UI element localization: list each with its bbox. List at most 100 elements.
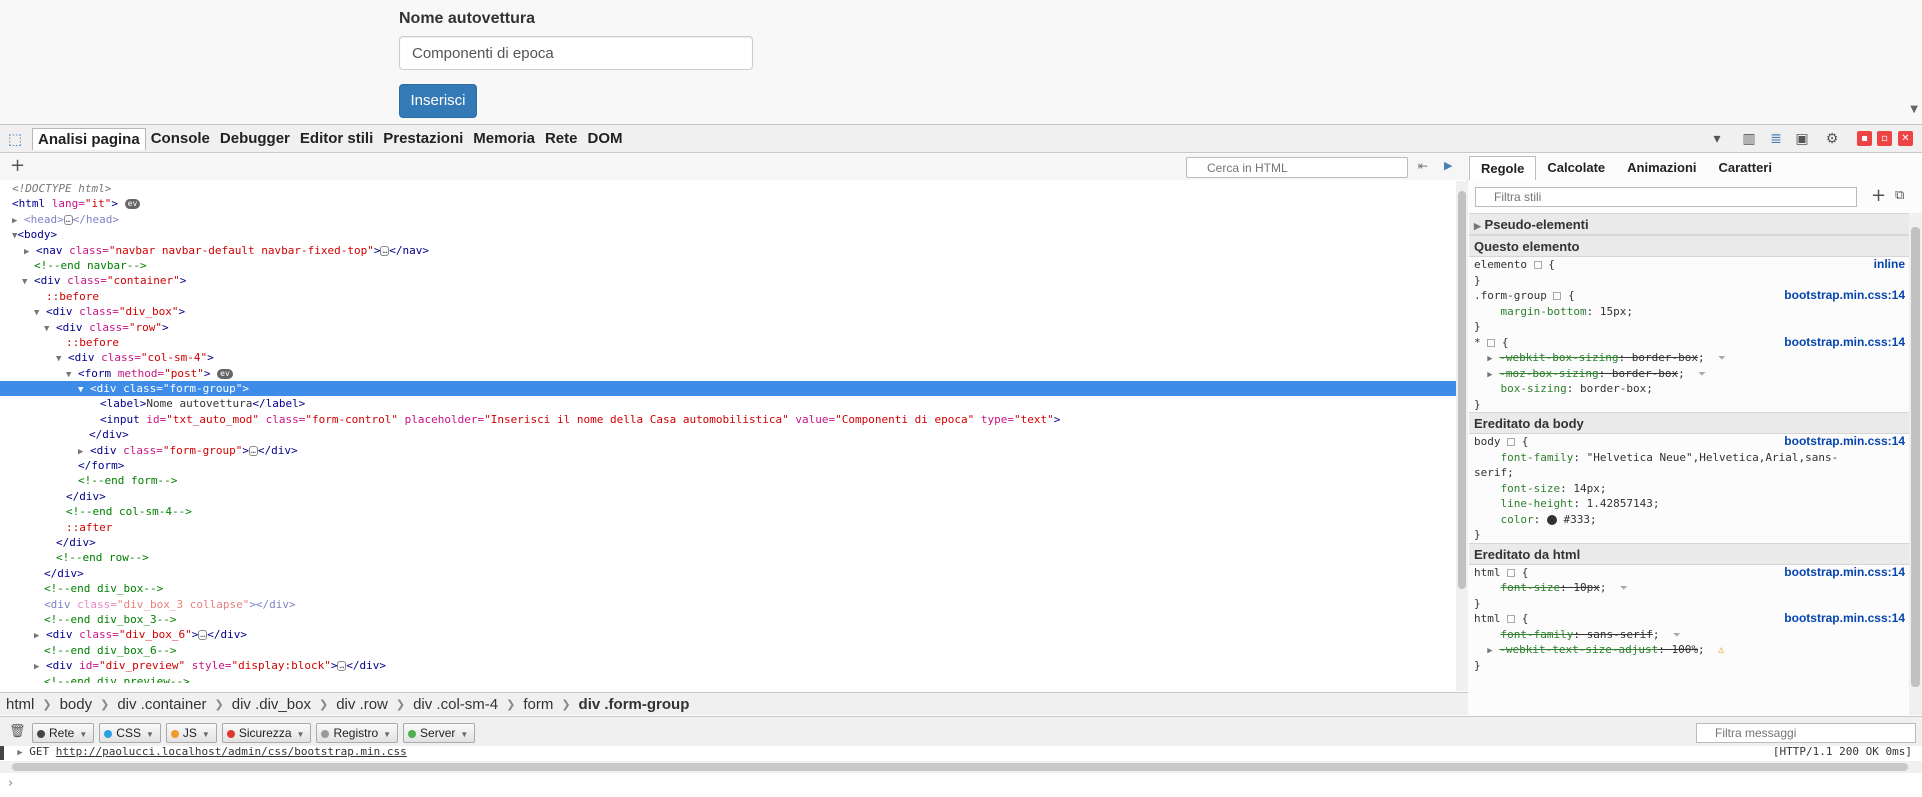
node-body[interactable]: ▼<body>: [0, 227, 1456, 242]
tab-debugger[interactable]: Debugger: [215, 128, 295, 150]
node-close-div[interactable]: </div>: [0, 427, 1456, 442]
filter-server-button[interactable]: Server ▼: [403, 723, 476, 743]
rule-form-group[interactable]: .form-group {bootstrap.min.css:14: [1469, 288, 1909, 304]
decl-webkit-text-size-adjust[interactable]: ▶ -webkit-text-size-adjust: 100%; ⚠: [1469, 642, 1909, 658]
filter-icon[interactable]: ⏷: [1698, 369, 1706, 380]
node-pseudo-before[interactable]: ::before: [0, 335, 1456, 350]
node-label[interactable]: <label>Nome autovettura</label>: [0, 396, 1456, 411]
split-console-icon[interactable]: ≣: [1766, 130, 1786, 148]
node-div-row[interactable]: ▼ <div class="row">: [0, 320, 1456, 335]
node-comment[interactable]: <!--end navbar-->: [0, 258, 1456, 273]
rules-scrollbar[interactable]: [1909, 213, 1922, 715]
decl-line-height[interactable]: line-height: 1.42857143;: [1469, 496, 1909, 512]
crumb-html[interactable]: html: [6, 696, 34, 713]
settings-gear-icon[interactable]: ⚙: [1822, 130, 1842, 148]
markup-scrollbar[interactable]: [1456, 181, 1468, 691]
node-input[interactable]: <input id="txt_auto_mod" class="form-con…: [0, 412, 1456, 427]
log-url-link[interactable]: http://paolucci.localhost/admin/css/boot…: [56, 746, 407, 758]
crumb-div-box[interactable]: div .div_box: [232, 696, 311, 713]
decl-color[interactable]: color: #333;: [1469, 512, 1909, 528]
node-div-preview[interactable]: ▶ <div id="div_preview" style="display:b…: [0, 658, 1456, 673]
pick-prev-icon[interactable]: ⇤: [1418, 159, 1428, 173]
node-head[interactable]: ▶ <head>… </head>: [0, 212, 1456, 227]
node-close-div[interactable]: </div>: [0, 535, 1456, 550]
car-name-input[interactable]: [399, 36, 753, 70]
node-comment[interactable]: <!--end form-->: [0, 473, 1456, 488]
decl-moz-box-sizing[interactable]: ▶ -moz-box-sizing: border-box; ⏷: [1469, 366, 1909, 382]
scroll-down-arrow-icon[interactable]: ▼: [1910, 104, 1918, 115]
decl-html-font-family[interactable]: font-family: sans-serif; ⏷: [1469, 627, 1909, 643]
node-comment[interactable]: <!--end div_box_3-->: [0, 612, 1456, 627]
rules-scroll-thumb[interactable]: [1911, 227, 1920, 687]
add-rule-icon[interactable]: +: [1871, 185, 1886, 206]
node-close-form[interactable]: </form>: [0, 458, 1456, 473]
node-div-box[interactable]: ▼ <div class="div_box">: [0, 304, 1456, 319]
filter-log-button[interactable]: Registro ▼: [316, 723, 399, 743]
tab-inspector[interactable]: Analisi pagina: [32, 128, 146, 150]
overflow-chevron-icon[interactable]: ▾: [1711, 130, 1723, 148]
submit-button[interactable]: Inserisci: [399, 84, 477, 118]
decl-font-size[interactable]: font-size: 14px;: [1469, 481, 1909, 497]
decl-html-font-size[interactable]: font-size: 10px; ⏷: [1469, 580, 1909, 596]
filter-messages-input[interactable]: [1696, 723, 1916, 743]
warning-icon[interactable]: ⚠: [1718, 643, 1725, 656]
html-search-input[interactable]: [1186, 157, 1408, 178]
pseudo-class-toggle-icon[interactable]: ⧉: [1895, 188, 1904, 203]
console-log-entry[interactable]: ▶ GET http://paolucci.localhost/admin/cs…: [0, 746, 1922, 760]
node-pseudo-before[interactable]: ::before: [0, 289, 1456, 304]
dock-options-icon[interactable]: ▥: [1738, 130, 1760, 148]
node-comment[interactable]: <!--end col-sm-4-->: [0, 504, 1456, 519]
rule-source-link[interactable]: inline: [1874, 257, 1905, 273]
crumb-form-group[interactable]: div .form-group: [579, 696, 690, 713]
crumb-col[interactable]: div .col-sm-4: [413, 696, 498, 713]
node-pseudo-after[interactable]: ::after: [0, 520, 1456, 535]
crumb-form[interactable]: form: [523, 696, 553, 713]
minimize-icon[interactable]: ▪: [1857, 131, 1872, 146]
filter-icon[interactable]: ⏷: [1673, 630, 1681, 641]
node-close-div[interactable]: </div>: [0, 489, 1456, 504]
crumb-container[interactable]: div .container: [117, 696, 206, 713]
tab-computed[interactable]: Calcolate: [1536, 156, 1616, 180]
filter-styles-input[interactable]: [1475, 187, 1857, 207]
node-doctype[interactable]: <!DOCTYPE html>: [0, 181, 1456, 196]
decl-box-sizing[interactable]: box-sizing: border-box;: [1469, 381, 1909, 397]
node-close-div[interactable]: </div>: [0, 566, 1456, 581]
node-div-box-6[interactable]: ▶ <div class="div_box_6">… </div>: [0, 627, 1456, 642]
node-comment[interactable]: <!--end div_box-->: [0, 581, 1456, 596]
tab-fonts[interactable]: Caratteri: [1708, 156, 1783, 180]
crumb-row[interactable]: div .row: [336, 696, 388, 713]
color-swatch[interactable]: [1546, 514, 1557, 525]
rule-body[interactable]: body {bootstrap.min.css:14: [1469, 434, 1909, 450]
trash-icon[interactable]: 🗑: [9, 724, 26, 739]
node-div-box-3[interactable]: <div class="div_box_3 collapse"></div>: [0, 597, 1456, 612]
node-comment[interactable]: <!--end row-->: [0, 550, 1456, 565]
add-node-icon[interactable]: +: [10, 156, 25, 176]
markup-scroll-thumb[interactable]: [1458, 191, 1466, 589]
decl-font-family[interactable]: font-family: "Helvetica Neue",Helvetica,…: [1469, 450, 1909, 466]
tab-memory[interactable]: Memoria: [468, 128, 540, 150]
decl-margin-bottom[interactable]: margin-bottom: 15px;: [1469, 304, 1909, 320]
rule-source-link[interactable]: bootstrap.min.css:14: [1784, 288, 1905, 304]
tab-performance[interactable]: Prestazioni: [378, 128, 468, 150]
rule-html[interactable]: html {bootstrap.min.css:14: [1469, 611, 1909, 627]
markup-tree[interactable]: <!DOCTYPE html> <html lang="it"> ev ▶ <h…: [0, 181, 1456, 683]
tab-dom[interactable]: DOM: [582, 128, 627, 150]
tab-style-editor[interactable]: Editor stili: [295, 128, 378, 150]
rule-source-link[interactable]: bootstrap.min.css:14: [1784, 434, 1905, 450]
node-html[interactable]: <html lang="it"> ev: [0, 196, 1456, 211]
rule-element[interactable]: elemento {inline: [1469, 257, 1909, 273]
tab-console[interactable]: Console: [146, 128, 215, 150]
node-div-form-group[interactable]: ▶ <div class="form-group">… </div>: [0, 443, 1456, 458]
tab-network[interactable]: Rete: [540, 128, 583, 150]
rule-source-link[interactable]: bootstrap.min.css:14: [1784, 335, 1905, 351]
rule-source-link[interactable]: bootstrap.min.css:14: [1784, 611, 1905, 627]
section-pseudo-elements[interactable]: ▶ Pseudo-elementi: [1469, 213, 1909, 235]
node-comment[interactable]: <!--end div_box_6-->: [0, 643, 1456, 658]
console-horizontal-scrollbar[interactable]: [0, 761, 1922, 773]
next-panel-icon[interactable]: ▶: [1444, 159, 1452, 172]
rule-html[interactable]: html {bootstrap.min.css:14: [1469, 565, 1909, 581]
maximize-icon[interactable]: ▫: [1877, 131, 1892, 146]
filter-icon[interactable]: ⏷: [1620, 583, 1628, 594]
expand-arrow-icon[interactable]: ▶: [17, 748, 22, 758]
crumb-body[interactable]: body: [60, 696, 93, 713]
